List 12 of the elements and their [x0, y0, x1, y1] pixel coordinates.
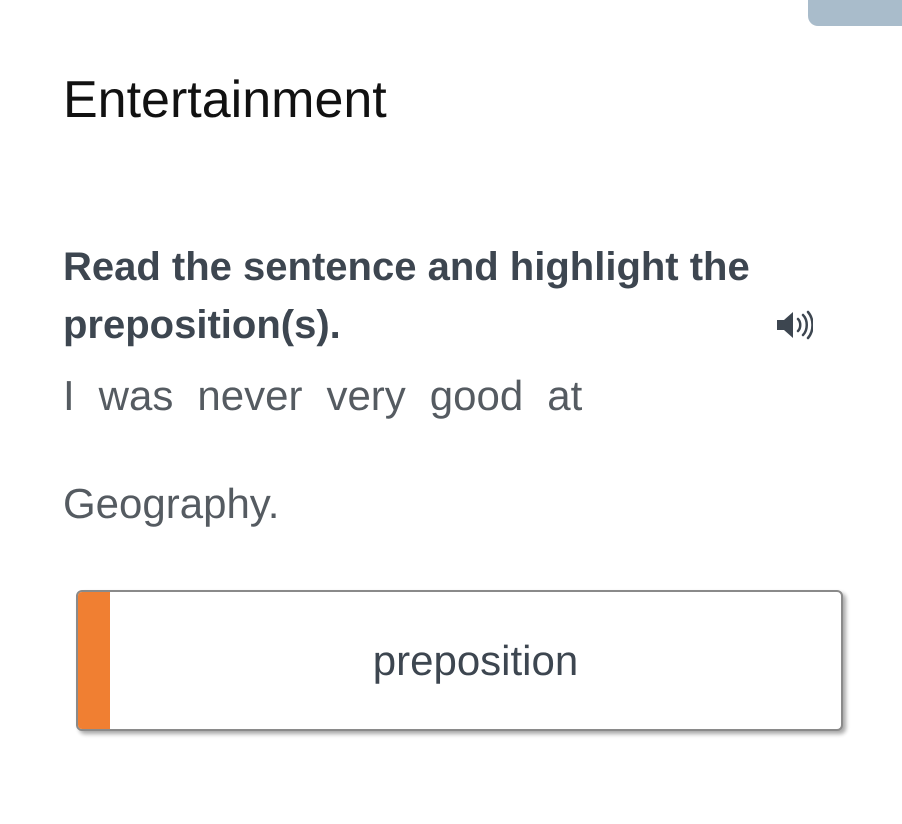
word-token[interactable]: never: [197, 368, 302, 424]
answer-button[interactable]: preposition: [76, 590, 843, 731]
word-token[interactable]: Geography.: [63, 476, 280, 532]
answer-label: preposition: [372, 636, 580, 686]
instruction-text: Read the sentence and highlight the preposition(s).: [63, 244, 751, 349]
page-title: Entertainment: [63, 70, 388, 131]
word-token[interactable]: at: [547, 368, 582, 424]
speaker-icon[interactable]: [775, 310, 813, 340]
word-token[interactable]: was: [98, 368, 174, 424]
word-token[interactable]: very: [326, 368, 406, 424]
word-token[interactable]: I: [63, 368, 75, 424]
word-token[interactable]: good: [430, 368, 524, 424]
